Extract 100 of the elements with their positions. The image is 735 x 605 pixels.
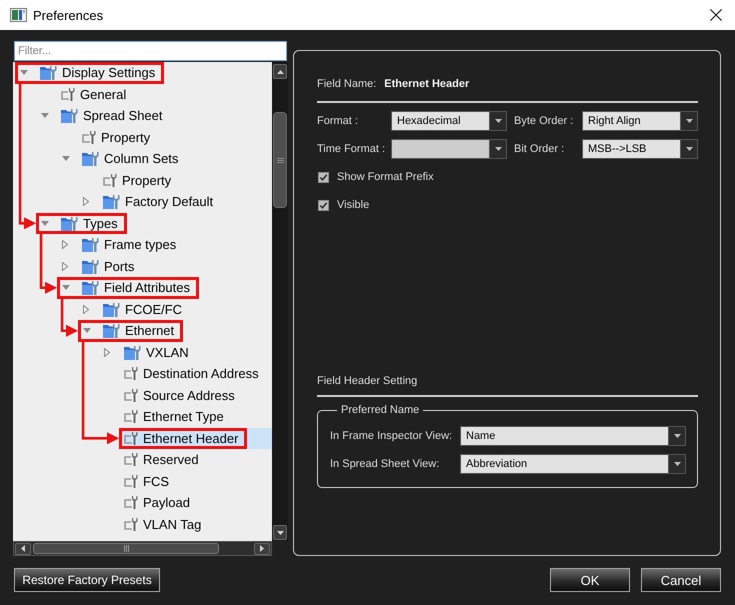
scroll-thumb[interactable] [273, 112, 287, 208]
wrench-icon [124, 367, 138, 380]
filter-field[interactable]: Filter... [14, 41, 287, 61]
expand-triangle-icon[interactable] [62, 262, 68, 271]
wrench-icon [124, 496, 138, 510]
wrench-icon [124, 388, 138, 402]
field-label: Time Format : [317, 142, 386, 156]
tree-item[interactable]: Field Attributes [57, 277, 272, 298]
cancel-button[interactable]: Cancel [641, 568, 721, 592]
tree-item[interactable]: FCOE/FC [78, 298, 272, 320]
close-icon[interactable] [710, 9, 722, 21]
field-name-value: Ethernet Header [384, 77, 470, 91]
wrench-icon [124, 410, 138, 424]
tree-item[interactable]: Payload [119, 492, 272, 514]
expand-triangle-icon[interactable] [83, 304, 89, 314]
wrench-icon [103, 174, 117, 187]
tree-item[interactable]: Display Settings [15, 62, 272, 84]
field-name-label: Field Name: [317, 77, 376, 91]
annotation-arrow [60, 298, 78, 337]
collapse-triangle-icon[interactable] [41, 113, 49, 118]
expand-triangle-icon[interactable] [83, 197, 89, 206]
caret-left-icon [21, 545, 25, 552]
caret-down-icon [674, 434, 680, 438]
caret-down-icon [276, 530, 284, 534]
folder-wrench-icon [61, 108, 78, 124]
folder-wrench-icon [61, 216, 78, 231]
tree-item[interactable]: VXLAN [99, 342, 272, 363]
caret-up-icon [276, 70, 284, 74]
collapse-triangle-icon[interactable] [41, 220, 49, 226]
tree-item[interactable]: VLAN Tag [119, 514, 272, 535]
field-label: Byte Order : [513, 114, 574, 128]
section-title: Field Header Setting [317, 375, 418, 387]
wrench-icon [124, 432, 138, 445]
wrench-icon [124, 453, 138, 466]
field-label: Bit Order : [513, 142, 566, 156]
folder-wrench-icon [103, 194, 120, 210]
scroll-down-button[interactable] [273, 525, 287, 540]
tree-item[interactable]: Column Sets [57, 148, 272, 170]
tree-item[interactable]: General [56, 84, 272, 105]
collapse-triangle-icon[interactable] [62, 156, 70, 162]
folder-wrench-icon [82, 280, 99, 296]
checkbox[interactable] [318, 172, 329, 182]
grip-icon [124, 545, 128, 552]
caret-down-icon [686, 147, 692, 151]
tree-item[interactable]: Ethernet Header [119, 428, 272, 449]
dropdown[interactable]: Right Align [582, 111, 698, 131]
scroll-right-button[interactable] [254, 542, 270, 554]
tree-item[interactable]: Reserved [119, 449, 272, 470]
tree-item[interactable]: Ethernet [78, 320, 272, 342]
wrench-icon [124, 474, 138, 488]
folder-wrench-icon [40, 65, 57, 80]
field-label: In Frame Inspector View: [330, 429, 454, 443]
annotation-arrow [40, 234, 57, 294]
caret-down-icon [674, 462, 680, 466]
checkbox-label: Visible [337, 198, 370, 212]
tree-item[interactable]: Property [98, 170, 272, 191]
tree-item[interactable]: Destination Address [119, 363, 272, 384]
folder-wrench-icon [82, 258, 99, 274]
wrench-icon [61, 88, 75, 101]
dropdown[interactable]: Abbreviation [460, 454, 686, 474]
tree-item[interactable]: Property [77, 126, 272, 148]
window-title: Preferences [33, 8, 104, 22]
field-label: In Spread Sheet View: [330, 457, 440, 471]
folder-wrench-icon [124, 344, 141, 360]
folder-wrench-icon [103, 323, 120, 338]
tree-item[interactable]: Ethernet Type [119, 406, 272, 428]
field-label: Format : [317, 114, 359, 128]
group-legend: Preferred Name [337, 403, 424, 417]
caret-down-icon [494, 119, 502, 123]
ok-button[interactable]: OK [550, 568, 630, 592]
scroll-up-button[interactable] [273, 64, 287, 79]
tree-item[interactable]: Ports [57, 256, 272, 277]
dropdown[interactable]: Name [460, 426, 686, 446]
folder-wrench-icon [82, 151, 99, 166]
expand-triangle-icon[interactable] [104, 348, 110, 357]
dropdown[interactable]: Hexadecimal [391, 111, 507, 131]
caret-right-icon [260, 545, 264, 552]
tree-item[interactable]: Spread Sheet [36, 105, 272, 126]
caret-down-icon [494, 147, 502, 151]
collapse-triangle-icon[interactable] [62, 285, 70, 290]
restore-presets-button[interactable]: Restore Factory Presets [14, 568, 160, 592]
tree-item[interactable]: FCS [119, 470, 272, 492]
folder-wrench-icon [82, 237, 99, 252]
tree-item[interactable]: Factory Default [78, 191, 272, 212]
expand-triangle-icon[interactable] [62, 240, 68, 250]
app-icon [10, 8, 27, 22]
checkbox[interactable] [318, 200, 329, 210]
scroll-left-button[interactable] [15, 542, 31, 554]
tree-item[interactable]: Source Address [119, 384, 272, 406]
collapse-triangle-icon[interactable] [83, 328, 91, 334]
grip-icon [276, 158, 284, 162]
caret-down-icon [686, 119, 692, 123]
wrench-icon [82, 130, 96, 144]
scroll-thumb[interactable] [33, 543, 219, 554]
tree-item[interactable]: Types [36, 212, 272, 234]
collapse-triangle-icon[interactable] [20, 70, 28, 76]
dropdown[interactable]: MSB-->LSB [582, 139, 698, 159]
folder-wrench-icon [103, 302, 120, 317]
wrench-icon [124, 518, 138, 531]
tree-item[interactable]: Frame types [57, 234, 272, 256]
